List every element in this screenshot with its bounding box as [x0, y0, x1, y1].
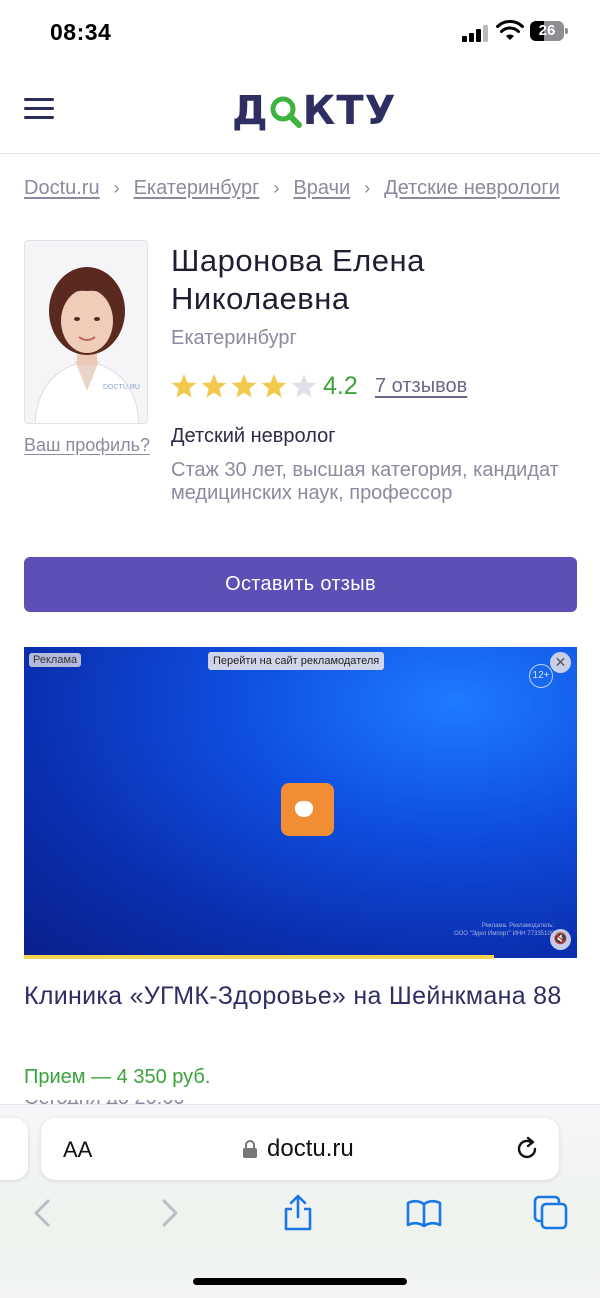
status-time: 08:34	[50, 19, 112, 45]
back-icon[interactable]	[22, 1193, 62, 1233]
share-icon[interactable]	[278, 1193, 318, 1233]
ad-age-rating: 12+	[529, 664, 553, 688]
chevron-right-icon: ›	[273, 178, 280, 198]
menu-icon[interactable]	[24, 96, 56, 120]
star-icon	[201, 374, 227, 398]
doctor-name: Шаронова Елена Николаевна	[171, 243, 425, 316]
mute-icon[interactable]: 🔇	[550, 929, 571, 950]
bookmarks-icon[interactable]	[404, 1193, 444, 1233]
reader-aa-button[interactable]: AA	[63, 1137, 92, 1163]
ad-label: Реклама	[29, 653, 82, 667]
doctu-logo[interactable]: Д КТУ	[232, 88, 396, 134]
battery-level: 26	[538, 22, 556, 39]
reviews-link[interactable]: 7 отзывов	[375, 375, 467, 398]
chevron-right-icon: ›	[113, 178, 120, 198]
clinic-name[interactable]: Клиника «УГМК-Здоровье» на Шейнкмана 88	[24, 981, 564, 1012]
doctor-portrait-image: DOCTU.RU	[25, 241, 147, 423]
cellular-signal-icon	[462, 24, 490, 42]
ad-progress-bar	[24, 955, 494, 959]
doctor-specialty: Детский невролог	[171, 425, 336, 447]
ad-goto-advertiser-button[interactable]: Перейти на сайт рекламодателя	[208, 652, 385, 670]
breadcrumb-specialty[interactable]: Детские неврологи	[384, 177, 560, 199]
battery-icon: 26	[530, 21, 568, 41]
rating-stars	[171, 374, 317, 398]
browser-nav-row	[0, 1193, 600, 1243]
advertisement-banner[interactable]: Реклама Перейти на сайт рекламодателя 12…	[24, 647, 577, 958]
breadcrumb-city[interactable]: Екатеринбург	[134, 177, 260, 199]
site-header: Д КТУ	[0, 64, 600, 154]
breadcrumb: Doctu.ru › Екатеринбург › Врачи › Детские невр…	[24, 177, 600, 205]
magnifier-icon	[270, 96, 302, 128]
star-icon	[261, 374, 287, 398]
previous-tab-preview[interactable]	[0, 1118, 28, 1180]
star-icon	[171, 374, 197, 398]
close-icon[interactable]: ✕	[550, 652, 571, 673]
address-bar[interactable]: AA doctu.ru	[41, 1118, 559, 1180]
breadcrumb-home[interactable]: Doctu.ru	[24, 177, 100, 199]
forward-icon[interactable]	[150, 1193, 190, 1233]
browser-toolbar: AA doctu.ru	[0, 1104, 600, 1298]
wifi-icon	[496, 20, 524, 40]
clinic-price: Прием — 4 350 руб.	[24, 1066, 211, 1088]
star-icon	[291, 374, 317, 398]
star-icon	[231, 374, 257, 398]
doctor-city: Екатеринбург	[171, 327, 297, 349]
breadcrumb-doctors[interactable]: Врачи	[293, 177, 350, 199]
ad-legal-text: Реклама. Рекламодатель: ООО "Эдил Импорт…	[453, 923, 554, 937]
tabs-icon[interactable]	[531, 1193, 571, 1233]
status-bar: 08:34 26	[0, 0, 600, 64]
your-profile-link[interactable]: Ваш профиль?	[24, 435, 150, 456]
doctor-photo[interactable]: DOCTU.RU	[24, 240, 148, 424]
ad-app-icon[interactable]	[281, 783, 334, 836]
home-indicator	[193, 1278, 407, 1285]
doctor-experience: Стаж 30 лет, высшая категория, кандидат …	[171, 459, 559, 504]
rating-value: 4.2	[323, 372, 358, 400]
reload-icon[interactable]	[513, 1135, 541, 1163]
lock-icon	[243, 1140, 257, 1158]
leave-review-button[interactable]: Оставить отзыв	[24, 557, 577, 612]
chevron-right-icon: ›	[364, 178, 371, 198]
url-text: doctu.ru	[267, 1135, 354, 1162]
photo-watermark: DOCTU.RU	[103, 384, 140, 391]
